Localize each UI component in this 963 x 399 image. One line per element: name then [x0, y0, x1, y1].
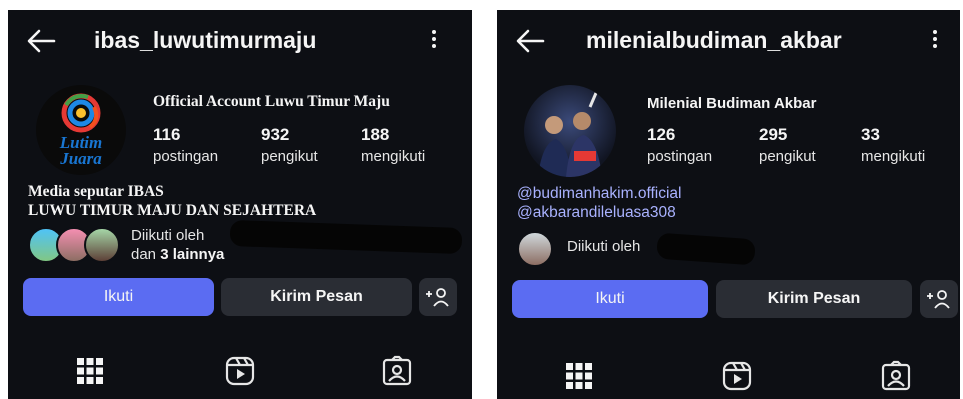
stat-value: 295: [759, 125, 788, 144]
stat-following[interactable]: 33 mengikuti: [861, 125, 925, 167]
bio-line: LUWU TIMUR MAJU DAN SEJAHTERA: [28, 202, 317, 219]
stat-posts[interactable]: 116 postingan: [153, 125, 218, 167]
stat-posts[interactable]: 126 postingan: [647, 125, 712, 167]
redaction-mark: [229, 219, 463, 255]
stat-label: mengikuti: [361, 148, 426, 165]
kebab-menu-icon[interactable]: [430, 30, 438, 52]
stat-label: pengikut: [261, 148, 318, 165]
top-bar: milenialbudiman_akbar: [497, 10, 960, 72]
add-user-icon: [426, 288, 449, 307]
top-bar: ibas_luwutimurmaju: [8, 10, 472, 72]
stat-followers[interactable]: 295 pengikut: [759, 125, 816, 167]
follower-avatar: [84, 227, 120, 263]
add-user-icon: [927, 290, 950, 309]
avatar[interactable]: Lutim Juara: [36, 85, 126, 175]
follow-button[interactable]: Ikuti: [23, 278, 214, 316]
add-user-button[interactable]: [419, 278, 457, 316]
followed-by-text: Diikuti oleh: [567, 238, 641, 255]
stat-label: postingan: [153, 148, 219, 165]
profile-handle: milenialbudiman_akbar: [586, 27, 842, 53]
reels-icon[interactable]: [224, 355, 256, 387]
bio-link[interactable]: @budimanhakim.official: [517, 185, 682, 203]
grid-icon[interactable]: [74, 355, 106, 387]
stat-followers[interactable]: 932 pengikut: [261, 125, 318, 167]
display-name: Official Account Luwu Timur Maju: [153, 93, 390, 110]
stat-value: 932: [261, 125, 290, 144]
stat-value: 116: [153, 125, 181, 144]
stat-value: 188: [361, 125, 390, 144]
followed-by-text: Diikuti oleh: [131, 227, 205, 244]
arrow-left-icon[interactable]: [515, 28, 545, 54]
message-button[interactable]: Kirim Pesan: [716, 280, 912, 318]
tagged-icon[interactable]: [381, 355, 413, 387]
followed-count: 3 lainnya: [160, 246, 225, 263]
redaction-mark: [656, 232, 756, 266]
stat-following[interactable]: 188 mengikuti: [361, 125, 425, 167]
reels-icon[interactable]: [721, 360, 753, 392]
stat-value: 33: [861, 125, 880, 144]
followed-by-line-2[interactable]: dan 3 lainnya: [131, 246, 224, 264]
logo-text-bottom: Juara: [60, 149, 102, 168]
profile-panel-left: ibas_luwutimurmaju Lutim Juara Official …: [8, 10, 472, 399]
follow-button[interactable]: Ikuti: [512, 280, 708, 318]
tagged-icon[interactable]: [880, 360, 912, 392]
profile-panel-right: milenialbudiman_akbar Milenial Budiman A…: [497, 10, 960, 399]
follower-avatar: [517, 231, 553, 267]
stat-label: postingan: [647, 148, 713, 165]
followed-by-line[interactable]: Diikuti oleh: [131, 227, 204, 245]
stat-label: pengikut: [759, 148, 816, 165]
grid-icon[interactable]: [563, 360, 595, 392]
avatar-photo: [538, 92, 602, 177]
avatar[interactable]: [524, 85, 616, 177]
stat-value: 126: [647, 125, 676, 144]
followed-by-line[interactable]: Diikuti oleh: [567, 238, 640, 256]
kebab-menu-icon[interactable]: [931, 30, 939, 52]
add-user-button[interactable]: [920, 280, 958, 318]
profile-handle: ibas_luwutimurmaju: [94, 27, 317, 53]
arrow-left-icon[interactable]: [26, 28, 56, 54]
bio-line: Media seputar IBAS: [28, 183, 164, 200]
display-name: Milenial Budiman Akbar: [647, 95, 817, 112]
message-button[interactable]: Kirim Pesan: [221, 278, 412, 316]
stat-label: mengikuti: [861, 148, 926, 165]
bio-link[interactable]: @akbarandileluasa308: [517, 204, 676, 222]
followed-and-text: dan: [131, 246, 157, 263]
